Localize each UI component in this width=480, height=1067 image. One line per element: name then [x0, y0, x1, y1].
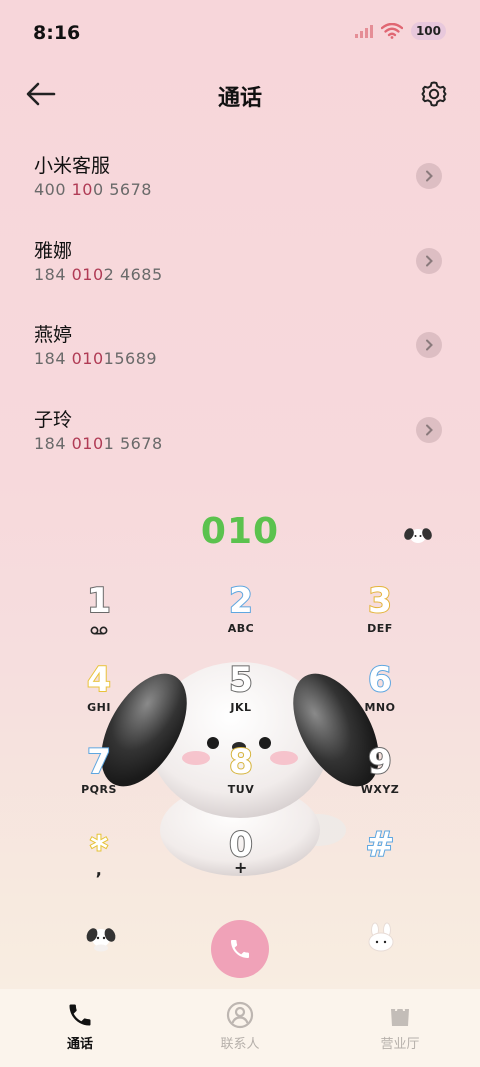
status-time: 8:16 [33, 22, 81, 44]
list-item[interactable]: 燕婷 184 01015689 [0, 306, 480, 391]
contact-name: 小米客服 [34, 155, 111, 177]
contact-icon [226, 1001, 254, 1029]
tab-service-hall[interactable]: 营业厅 [320, 989, 480, 1067]
battery-indicator: 100 [410, 22, 446, 40]
chevron-right-icon[interactable] [416, 247, 442, 274]
tab-calls[interactable]: 通话 [0, 989, 160, 1067]
key-1[interactable]: 1 [54, 581, 144, 654]
wifi-icon [380, 23, 403, 39]
key-5[interactable]: 5 JKL [196, 660, 286, 733]
list-item[interactable]: 子玲 184 0101 5678 [0, 391, 480, 476]
key-0[interactable]: 0 + [196, 825, 286, 898]
bottom-tab-bar: 通话 联系人 营业厅 [0, 989, 480, 1067]
app-header: 通话 [0, 68, 480, 122]
status-bar: 8:16 100 [0, 0, 480, 68]
chevron-right-icon[interactable] [416, 332, 442, 358]
page-title: 通话 [217, 86, 262, 111]
signal-icon [354, 24, 373, 38]
key-3[interactable]: 3 DEF [335, 581, 425, 654]
contact-name: 燕婷 [34, 324, 73, 346]
key-7[interactable]: 7 PQRS [54, 742, 144, 815]
puppy-theme-icon[interactable] [404, 524, 432, 546]
contact-number: 184 01015689 [34, 349, 158, 368]
key-9[interactable]: 9 WXYZ [335, 742, 425, 815]
key-6[interactable]: 6 MNO [335, 660, 425, 733]
contact-number: 184 0102 4685 [34, 264, 163, 284]
key-2[interactable]: 2 ABC [196, 581, 286, 654]
contact-name: 雅娜 [34, 239, 73, 262]
phone-icon [231, 940, 249, 958]
shop-bag-icon [391, 1005, 409, 1026]
key-hash[interactable]: # [335, 825, 425, 898]
contact-name: 子玲 [34, 408, 73, 431]
contact-number: 184 0101 5678 [34, 433, 163, 453]
bunny-sticker-icon[interactable] [364, 922, 398, 952]
puppy-sticker-icon[interactable] [84, 922, 118, 952]
list-item[interactable]: 小米客服 400 100 5678 [0, 137, 480, 222]
phone-icon [69, 1004, 91, 1026]
key-4[interactable]: 4 GHI [54, 660, 144, 733]
tab-contacts[interactable]: 联系人 [160, 989, 320, 1067]
call-button[interactable] [211, 920, 269, 978]
voicemail-icon [90, 626, 108, 635]
list-item[interactable]: 雅娜 184 0102 4685 [0, 222, 480, 307]
chevron-right-icon[interactable] [416, 416, 442, 443]
matched-contacts-list: 小米客服 400 100 5678 雅娜 184 0102 4685 燕婷 18… [0, 137, 480, 475]
key-8[interactable]: 8 TUV [196, 742, 286, 815]
chevron-right-icon[interactable] [416, 163, 442, 189]
key-star[interactable]: *, [54, 829, 144, 902]
gear-icon[interactable] [420, 80, 448, 108]
contact-number: 400 100 5678 [34, 180, 152, 199]
